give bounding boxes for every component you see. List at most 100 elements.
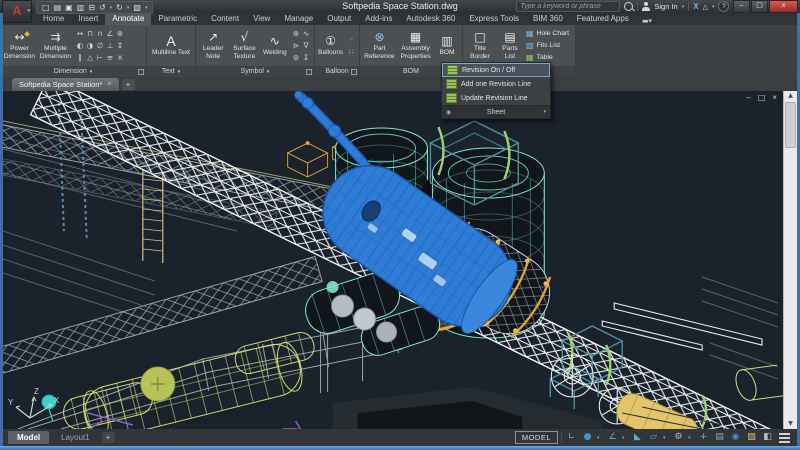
tab-add-ins[interactable]: Add-ins	[358, 13, 399, 25]
undo-icon[interactable]: ↺	[99, 3, 106, 13]
balloon-tool-icon[interactable]: ◦	[346, 34, 356, 46]
scroll-down-icon[interactable]: ▼	[788, 419, 793, 429]
balloon-tool-icon[interactable]: ∷	[346, 46, 356, 58]
customization-menu-icon[interactable]	[779, 433, 790, 443]
fits-list-button[interactable]: ▧ Fits List	[526, 40, 569, 51]
dim-tool-icon[interactable]: ∩	[95, 28, 105, 40]
save-icon[interactable]: ▣	[65, 3, 73, 13]
dim-tool-icon[interactable]: ∠	[105, 28, 115, 40]
layout1-tab[interactable]: Layout1	[52, 431, 98, 444]
dim-tool-icon[interactable]: ⊓	[85, 28, 95, 40]
dialog-launcher-icon[interactable]	[351, 69, 357, 75]
dynamic-ucs-icon[interactable]: ●	[581, 430, 594, 445]
file-tab-active[interactable]: Softpedia Space Station* ×	[12, 78, 119, 91]
surface-texture-button[interactable]: √ Surface Texture	[230, 31, 258, 60]
graphics-performance-icon[interactable]: ◉	[729, 430, 742, 445]
cloud-icon[interactable]: ▧	[133, 3, 141, 13]
new-layout-button[interactable]: +	[102, 432, 115, 443]
menu-item-add-revision-line[interactable]: Add one Revision Line	[442, 77, 550, 91]
save-as-icon[interactable]: ▥	[77, 3, 85, 13]
menu-item-revision-on-off[interactable]: Revision On / Off	[442, 63, 550, 77]
dim-tool-icon[interactable]: ◐	[75, 40, 85, 52]
tab-home[interactable]: Home	[36, 13, 71, 25]
dim-tool-icon[interactable]: ⊥	[105, 40, 115, 52]
dim-tool-icon[interactable]: ◑	[85, 40, 95, 52]
dim-tool-icon[interactable]: △	[85, 52, 95, 64]
tab-parametric[interactable]: Parametric	[151, 13, 204, 25]
symbol-tool-icon[interactable]: ⊚	[291, 52, 301, 64]
tab-annotate[interactable]: Annotate	[105, 13, 151, 25]
dim-tool-icon[interactable]: ∥	[75, 52, 85, 64]
close-button[interactable]: ×	[769, 0, 798, 13]
qat-customize-icon[interactable]: ▾	[145, 5, 148, 11]
sign-in-button[interactable]: Sign In	[654, 2, 677, 11]
drawing-canvas[interactable]: Z Y X	[3, 91, 783, 429]
minimize-button[interactable]: –	[733, 0, 750, 13]
tab-express-tools[interactable]: Express Tools	[462, 13, 526, 25]
chevron-down-icon[interactable]: ▾	[622, 435, 628, 441]
maximize-button[interactable]: □	[751, 0, 768, 13]
hole-chart-button[interactable]: ▦ Hole Chart	[526, 28, 569, 39]
dim-tool-icon[interactable]: ≡	[105, 52, 115, 64]
search-icon[interactable]	[624, 2, 633, 11]
symbol-tool-icon[interactable]: ∿	[301, 28, 311, 40]
dim-tool-icon[interactable]: ∅	[95, 40, 105, 52]
bom-button[interactable]: ▥ BOM	[435, 35, 459, 56]
title-border-button[interactable]: □ Title Border	[466, 31, 494, 60]
symbol-tool-icon[interactable]: ⊕	[291, 28, 301, 40]
dim-tool-icon[interactable]: ↕	[115, 40, 125, 52]
viewport-close-button[interactable]: ×	[772, 93, 777, 102]
parts-list-button[interactable]: ▤ Parts List	[497, 31, 523, 60]
power-dimension-button[interactable]: ↔ Power Dimension	[3, 31, 36, 60]
chevron-down-icon[interactable]: ▾	[688, 435, 694, 441]
swap-ui-icon[interactable]: ◧	[761, 430, 774, 445]
menu-item-update-revision-line[interactable]: Update Revision Line	[442, 91, 550, 105]
help-icon[interactable]: ?	[718, 1, 729, 12]
dim-tool-icon[interactable]: ↔	[75, 28, 85, 40]
dialog-launcher-icon[interactable]	[306, 69, 312, 75]
leader-note-button[interactable]: ↗ Leader Note	[199, 31, 227, 60]
tab-featured-apps[interactable]: Featured Apps	[570, 13, 636, 25]
dim-tool-icon[interactable]: ×	[115, 52, 125, 64]
dim-tool-icon[interactable]: ⊕	[115, 28, 125, 40]
tab-content[interactable]: Content	[204, 13, 246, 25]
viewport-minimize-button[interactable]: –	[746, 93, 750, 102]
dim-tool-icon[interactable]: ⊢	[95, 52, 105, 64]
symbol-tool-icon[interactable]: ↧	[301, 52, 311, 64]
a360-dropdown-icon[interactable]: ▾	[712, 4, 715, 10]
viewport-restore-button[interactable]: □	[758, 93, 766, 102]
balloons-button[interactable]: ① Balloons	[318, 35, 343, 56]
redo-icon[interactable]: ↻	[116, 3, 123, 13]
workspace-switch-icon[interactable]: ⚙	[672, 430, 685, 445]
tab-bim-360[interactable]: BIM 360	[526, 13, 570, 25]
panel-label-balloon[interactable]: Balloon	[315, 66, 359, 77]
crosshair-tray-icon[interactable]: +	[697, 430, 710, 445]
a360-icon[interactable]: △	[703, 3, 708, 11]
chevron-down-icon[interactable]: ▾	[597, 435, 603, 441]
scrollbar-thumb[interactable]	[785, 102, 796, 148]
file-tab-close-icon[interactable]: ×	[107, 78, 111, 91]
tab-manage[interactable]: Manage	[277, 13, 320, 25]
redo-dropdown-icon[interactable]: ▾	[127, 5, 130, 11]
search-input[interactable]	[516, 1, 620, 12]
tab-insert[interactable]: Insert	[71, 13, 105, 25]
undo-dropdown-icon[interactable]: ▾	[110, 5, 113, 11]
symbol-tool-icon[interactable]: ∇	[301, 40, 311, 52]
new-drawing-tab-button[interactable]: +	[122, 79, 135, 90]
vertical-scrollbar[interactable]: ▲ ▼	[783, 91, 797, 429]
symbol-tool-icon[interactable]: ⊳	[291, 40, 301, 52]
welding-button[interactable]: ∿ Welding	[262, 35, 288, 56]
part-reference-button[interactable]: ⊗ Part Reference	[363, 31, 396, 60]
exchange-apps-icon[interactable]: X	[693, 2, 698, 11]
isodraft-icon[interactable]: ◣	[631, 430, 644, 445]
sheet-panel-footer[interactable]: ◉ Sheet ▾	[442, 105, 550, 118]
clean-screen-icon[interactable]: ▨	[745, 430, 758, 445]
new-file-icon[interactable]: □	[42, 3, 50, 13]
sign-in-dropdown-icon[interactable]: ▾	[682, 4, 685, 10]
assembly-properties-button[interactable]: ▦ Assembly Properties	[399, 31, 432, 60]
object-isolate-icon[interactable]: ▤	[713, 430, 726, 445]
panel-label-dimension[interactable]: Dimension ▾	[0, 66, 146, 77]
plot-icon[interactable]: ⊟	[88, 3, 95, 13]
snap-mode-icon[interactable]: ∟	[565, 430, 578, 445]
panel-label-symbol[interactable]: Symbol ▾	[196, 66, 314, 77]
